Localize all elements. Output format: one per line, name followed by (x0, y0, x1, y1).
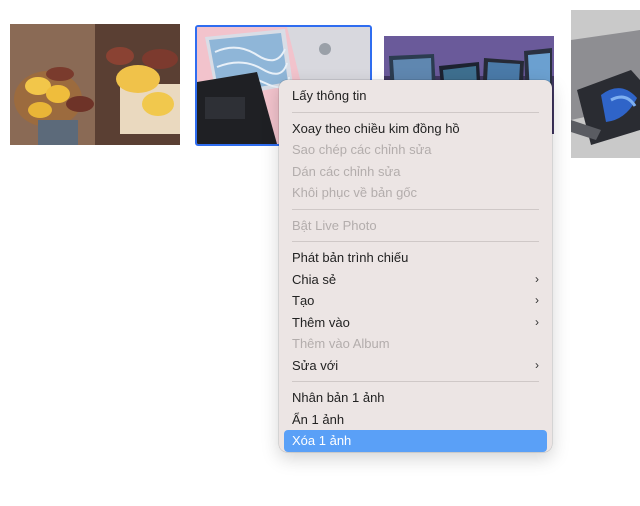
menu-separator (292, 381, 539, 382)
menu-item-turn-on-live-photo: Bật Live Photo (292, 217, 377, 233)
menu-item-rotate-clockwise[interactable]: Xoay theo chiều kim đồng hồ (284, 118, 547, 140)
photo-thumbnail-sweet-potatoes[interactable] (10, 24, 180, 145)
menu-item-share[interactable]: Chia sẻ › (284, 269, 547, 291)
menu-item-label: Thêm vào (292, 314, 350, 330)
menu-item-delete-photo[interactable]: Xóa 1 ảnh (284, 430, 547, 452)
menu-item-play-slideshow[interactable]: Phát bản trình chiếu (284, 247, 547, 269)
chevron-right-icon: › (535, 293, 539, 307)
menu-separator (292, 208, 539, 210)
menu-separator (292, 111, 539, 113)
menu-item-revert-to-original: Khôi phục về bản gốc (292, 185, 418, 200)
menu-item-label: Tạo (292, 293, 315, 308)
menu-item-label: Chia sẻ (292, 271, 337, 287)
menu-item-duplicate-photo[interactable]: Nhân bản 1 ảnh (284, 387, 547, 409)
menu-item-hide-photo[interactable]: Ẩn 1 ảnh (284, 409, 547, 431)
menu-item-add-to-album: Thêm vào Album (292, 336, 390, 351)
menu-item-create[interactable]: Tạo › (284, 290, 547, 312)
menu-item-copy-edits: Sao chép các chỉnh sửa (292, 142, 432, 157)
chevron-right-icon: › (535, 314, 539, 329)
menu-item-get-info[interactable]: Lấy thông tin (284, 85, 547, 107)
context-menu: Lấy thông tin Xoay theo chiều kim đồng h… (279, 80, 552, 452)
menu-item-edit-with[interactable]: Sửa với › (284, 355, 547, 377)
photo-grid: Lấy thông tin Xoay theo chiều kim đồng h… (0, 0, 640, 506)
menu-separator (292, 241, 539, 242)
chevron-right-icon: › (535, 271, 539, 286)
menu-item-add-to[interactable]: Thêm vào › (284, 312, 547, 334)
menu-item-paste-edits: Dán các chỉnh sửa (292, 163, 401, 179)
photo-thumbnail-tablet[interactable] (571, 10, 640, 158)
chevron-right-icon: › (535, 357, 539, 372)
menu-item-label: Sửa với (292, 357, 339, 373)
